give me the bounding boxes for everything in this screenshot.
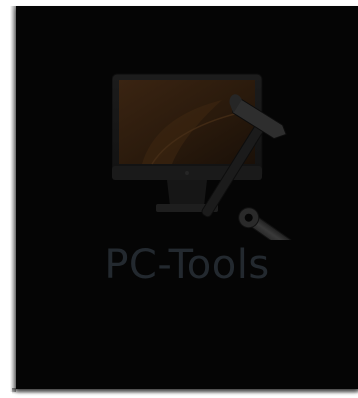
pc-tools-tile[interactable]: PC-Tools bbox=[16, 6, 358, 389]
computer-tools-icon bbox=[111, 70, 358, 302]
app-label: PC-Tools bbox=[104, 242, 270, 288]
